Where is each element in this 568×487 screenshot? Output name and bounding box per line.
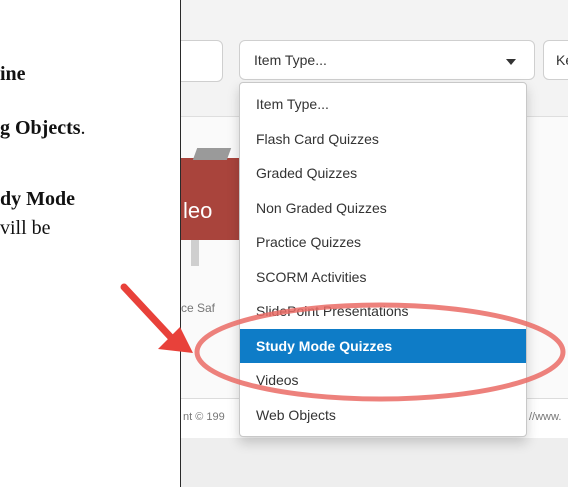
annotation-overlay (120, 283, 566, 402)
annotation-arrow-shaft (120, 283, 182, 349)
annotation-highlight-ellipse (194, 302, 566, 402)
